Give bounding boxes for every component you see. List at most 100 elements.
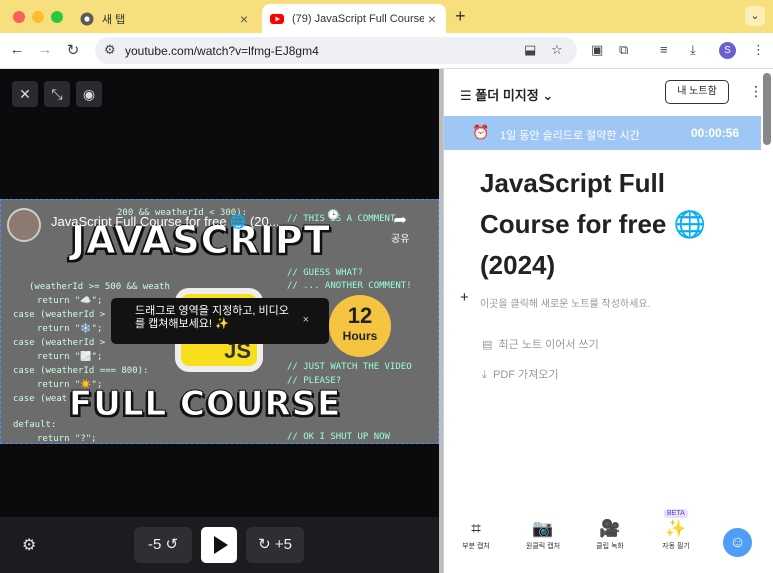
code-comment: // GUESS WHAT?: [287, 268, 363, 278]
camera-icon: 📷: [532, 519, 554, 538]
video-camera-icon: 🎥: [599, 519, 621, 538]
partial-capture-button[interactable]: ⌗ 부분 캡처: [456, 519, 496, 551]
code-comment: // OK I SHUT UP NOW: [287, 432, 390, 442]
tab-new-tab[interactable]: 새 탭 ×: [72, 4, 258, 33]
bookmark-star-icon[interactable]: ☆: [551, 42, 563, 58]
document-icon: ▤: [482, 339, 493, 351]
maximize-window-button[interactable]: [51, 11, 63, 23]
back-arrow-icon[interactable]: ←: [8, 41, 26, 58]
watch-later-icon[interactable]: 🕒: [327, 210, 339, 221]
chrome-icon: [80, 12, 94, 25]
capture-tooltip: 드래그로 영역을 지정하고, 비디오 를 캡쳐해보세요! ✨ ×: [111, 298, 329, 344]
tab-youtube[interactable]: (79) JavaScript Full Course fo ×: [262, 4, 446, 33]
forward-label: +5: [274, 536, 292, 553]
tab-close-icon[interactable]: ×: [424, 11, 440, 27]
my-notes-button[interactable]: 내 노트함: [665, 80, 729, 104]
recent-note-item[interactable]: ▤ 최근 노트 이어서 쓰기: [482, 336, 599, 352]
rewind-5-button[interactable]: -5 ↺: [134, 527, 192, 563]
code-comment: // ... ANOTHER COMMENT!: [287, 281, 412, 291]
tool-label: 자동 필기: [662, 543, 690, 550]
tooltip-line: 를 캡쳐해보세요! ✨: [135, 318, 229, 330]
forward-5-button[interactable]: ↻ +5: [246, 527, 304, 563]
code-line: case (weatherId >: [13, 338, 106, 348]
share-button[interactable]: ➦ 공유: [391, 210, 409, 245]
video-frame-selection[interactable]: 200 && weatherId < 300): (weatherId >= 5…: [0, 199, 439, 444]
badge-label: Hours: [342, 329, 378, 343]
site-info-icon[interactable]: ⚙: [104, 42, 116, 58]
expand-icon[interactable]: ⤡: [44, 81, 70, 107]
settings-gear-icon[interactable]: ⚙: [22, 535, 36, 555]
tab-close-icon[interactable]: ×: [236, 11, 252, 27]
tab-title: (79) JavaScript Full Course fo: [292, 12, 424, 25]
panel-scrollbar[interactable]: [763, 73, 771, 145]
reload-icon[interactable]: ↻: [64, 41, 82, 59]
code-line: return "🌫️";: [37, 352, 103, 362]
tab-search-button[interactable]: ⌄: [745, 6, 765, 26]
tab-title: 새 탭: [102, 13, 126, 26]
youtube-icon: [270, 13, 284, 24]
chat-support-button[interactable]: ☺: [721, 526, 754, 559]
code-line: (weatherId >= 500 && weath: [29, 282, 170, 292]
pdf-import-item[interactable]: ⤓ PDF 가져오기: [482, 366, 559, 382]
sparkles-icon: ✨: [665, 519, 687, 538]
tool-label: 클립 녹화: [596, 543, 624, 550]
tooltip-line: 드래그로 영역을 지정하고, 비디오: [135, 305, 289, 317]
video-overlay-title: JavaScript Full Course for free 🌐 (20...: [51, 214, 280, 229]
new-tab-button[interactable]: +: [455, 6, 466, 27]
video-capture-pane: ✕ ⤡ ◉ 200 && weatherId < 300): (weatherI…: [0, 69, 439, 573]
note-placeholder[interactable]: 이곳을 클릭해 새로운 노트를 작성하세요.: [480, 295, 650, 310]
eye-icon[interactable]: ◉: [76, 81, 102, 107]
clip-record-button[interactable]: 🎥 클립 녹화: [590, 519, 630, 551]
rewind-icon: ↺: [165, 536, 179, 553]
close-window-button[interactable]: [13, 11, 25, 23]
code-comment: // JUST WATCH THE VIDEO: [287, 362, 412, 372]
folder-label: 폴더 미지정: [475, 88, 539, 103]
share-icon: ➦: [393, 212, 407, 229]
crop-icon: ⌗: [471, 519, 481, 538]
chevron-down-icon: ⌄: [542, 88, 554, 103]
folder-selector[interactable]: ☰ 폴더 미지정 ⌄: [460, 85, 553, 104]
play-button[interactable]: [201, 527, 237, 563]
code-line: return "?";: [37, 434, 97, 444]
one-click-capture-button[interactable]: 📷 원클릭 캡처: [518, 519, 568, 551]
thumbnail-title-bottom: FULL COURSE: [68, 384, 342, 425]
forward-icon: ↻: [258, 536, 271, 553]
menu-label: PDF 가져오기: [493, 369, 559, 381]
extensions-puzzle-icon[interactable]: ⧉: [619, 42, 628, 58]
alarm-clock-icon: ⏰: [472, 124, 490, 140]
auto-notes-button[interactable]: ✨ 자동 필기: [656, 519, 696, 551]
tool-label: 원클릭 캡처: [525, 543, 561, 550]
profile-avatar[interactable]: S: [719, 42, 736, 59]
code-line: case (weat: [13, 394, 68, 404]
download-icon: ⤓: [482, 369, 487, 381]
minimize-window-button[interactable]: [32, 11, 44, 23]
download-icon[interactable]: ⤓: [690, 42, 696, 58]
browser-tab-bar: 새 탭 × (79) JavaScript Full Course fo × +…: [0, 0, 773, 33]
banner-time: 00:00:56: [691, 126, 740, 140]
play-icon: [214, 536, 228, 554]
notes-panel: ☰ 폴더 미지정 ⌄ 내 노트함 ⋮ ⏰ 1일 동안 슬리드로 절약한 시간 0…: [443, 69, 773, 573]
share-label: 공유: [391, 234, 410, 245]
forward-arrow-icon[interactable]: →: [36, 41, 54, 58]
hours-badge: 12 Hours: [329, 295, 391, 357]
capture-toolbar: ⌗ 부분 캡처 📷 원클릭 캡처 🎥 클립 녹화 BETA ✨ 자동 필기 ☺: [444, 509, 773, 573]
add-block-icon[interactable]: +: [460, 289, 469, 306]
more-menu-icon[interactable]: ⋮: [752, 42, 765, 58]
tooltip-close-icon[interactable]: ×: [303, 314, 309, 327]
code-line: case (weatherId === 800):: [13, 366, 149, 376]
extension-slid-icon[interactable]: ▣: [591, 42, 603, 58]
code-line: case (weatherId >: [13, 310, 106, 320]
list-icon: ☰: [460, 88, 472, 103]
close-icon[interactable]: ✕: [12, 81, 38, 107]
playback-controls: ⚙ -5 ↺ ↻ +5: [0, 517, 439, 573]
browser-toolbar: ← → ↻ ⚙ youtube.com/watch?v=lfmg-EJ8gm4 …: [0, 33, 773, 69]
channel-avatar[interactable]: [7, 208, 41, 242]
address-bar[interactable]: ⚙ youtube.com/watch?v=lfmg-EJ8gm4 ⬓ ☆: [95, 37, 577, 64]
install-app-icon[interactable]: ⬓: [524, 42, 536, 58]
menu-label: 최근 노트 이어서 쓰기: [498, 339, 599, 351]
more-options-icon[interactable]: ⋮: [749, 83, 763, 100]
code-line: return "❄️";: [37, 324, 103, 334]
note-title[interactable]: JavaScript Full Course for free 🌐 (2024): [480, 163, 740, 286]
media-controls-icon[interactable]: ≡: [660, 42, 668, 57]
code-line: return "☁️";: [37, 296, 103, 306]
